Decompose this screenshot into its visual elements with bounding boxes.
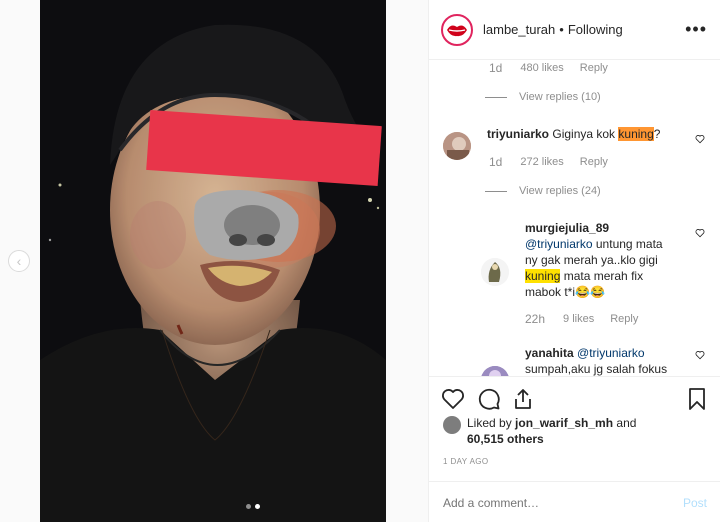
comment-icon[interactable] [477, 387, 501, 411]
comments-list[interactable]: 1d 480 likes Reply View replies (10) tri… [429, 60, 720, 376]
highlighted-word: kuning [525, 269, 561, 283]
bookmark-icon[interactable] [685, 387, 709, 411]
comment-time[interactable]: 1d [489, 61, 502, 75]
avatar[interactable] [481, 258, 509, 286]
view-replies-label: View replies (10) [519, 91, 601, 103]
reply-button[interactable]: Reply [610, 313, 638, 325]
comment-input[interactable] [443, 495, 683, 510]
following-button[interactable]: Following [568, 22, 623, 37]
comment-username[interactable]: murgiejulia_89 [525, 220, 675, 236]
comment-text: triyuniarko Giginya kok kuning? [487, 126, 687, 142]
view-replies[interactable]: View replies (10) [485, 91, 601, 103]
carousel-dot-active [255, 504, 260, 509]
post-date[interactable]: 1 DAY AGO [443, 457, 489, 466]
heart-icon[interactable] [695, 350, 705, 360]
liked-user-link[interactable]: jon_warif_sh_mh [515, 416, 613, 430]
post-photo[interactable] [40, 0, 386, 522]
share-icon[interactable] [511, 387, 535, 411]
reply-button[interactable]: Reply [580, 156, 608, 168]
post-header: lambe_turah • Following ••• [429, 0, 720, 60]
liked-by: Liked by jon_warif_sh_mh and 60,515 othe… [443, 415, 636, 447]
comment-likes[interactable]: 9 likes [563, 313, 594, 325]
add-comment-bar: Post [429, 481, 720, 522]
avatar[interactable] [443, 416, 461, 434]
reply-button[interactable]: Reply [580, 62, 608, 74]
comment-username[interactable]: yanahita [525, 346, 574, 360]
comment-likes[interactable]: 272 likes [520, 156, 563, 168]
heart-icon[interactable] [695, 228, 705, 238]
avatar[interactable] [481, 366, 509, 376]
comment-body-end: ? [653, 127, 661, 141]
heart-icon[interactable] [441, 387, 465, 411]
header-username[interactable]: lambe_turah [483, 22, 555, 37]
view-replies-label: View replies (24) [519, 185, 601, 197]
comment-meta: 1d 480 likes Reply [489, 61, 608, 75]
comment-time[interactable]: 1d [489, 155, 502, 169]
header-separator: • [559, 22, 564, 37]
comment-meta: 22h 9 likes Reply [525, 312, 638, 326]
heart-icon[interactable] [695, 134, 705, 144]
more-options-icon[interactable]: ••• [685, 20, 707, 38]
avatar[interactable] [443, 132, 471, 160]
mention-link[interactable]: @triyuniarko [577, 346, 645, 360]
divider-line [485, 96, 507, 98]
divider-line [485, 190, 507, 192]
highlighted-word: kuning [618, 127, 654, 141]
comment-text: yanahita @triyuniarko sumpah,aku jg sala… [525, 345, 685, 376]
comment-likes[interactable]: 480 likes [520, 62, 563, 74]
post-panel: lambe_turah • Following ••• 1d 480 likes… [428, 0, 720, 522]
view-replies[interactable]: View replies (24) [485, 185, 601, 197]
post-actions: Liked by jon_warif_sh_mh and 60,515 othe… [429, 376, 720, 522]
chevron-left-icon: ‹ [16, 253, 22, 269]
comment-time[interactable]: 22h [525, 312, 545, 326]
comment-meta: 1d 272 likes Reply [489, 155, 608, 169]
comment-text: murgiejulia_89 @triyuniarko untung mata … [525, 220, 675, 300]
post-button[interactable]: Post [683, 496, 707, 510]
photo-illustration [40, 0, 386, 522]
mention-link[interactable]: @triyuniarko [525, 237, 593, 251]
comment-body: sumpah,aku jg salah fokus [525, 362, 668, 376]
carousel-dot [246, 504, 251, 509]
liked-prefix: Liked by [467, 416, 516, 430]
liked-and: and [613, 416, 637, 430]
comment-body: Giginya kok [552, 127, 619, 141]
likes-count-link[interactable]: 60,515 others [467, 432, 544, 446]
avatar[interactable] [441, 13, 473, 46]
prev-post-button[interactable]: ‹ [8, 250, 30, 272]
carousel-dots [246, 504, 260, 509]
comment-username[interactable]: triyuniarko [487, 127, 549, 141]
lips-logo-icon [447, 25, 467, 36]
